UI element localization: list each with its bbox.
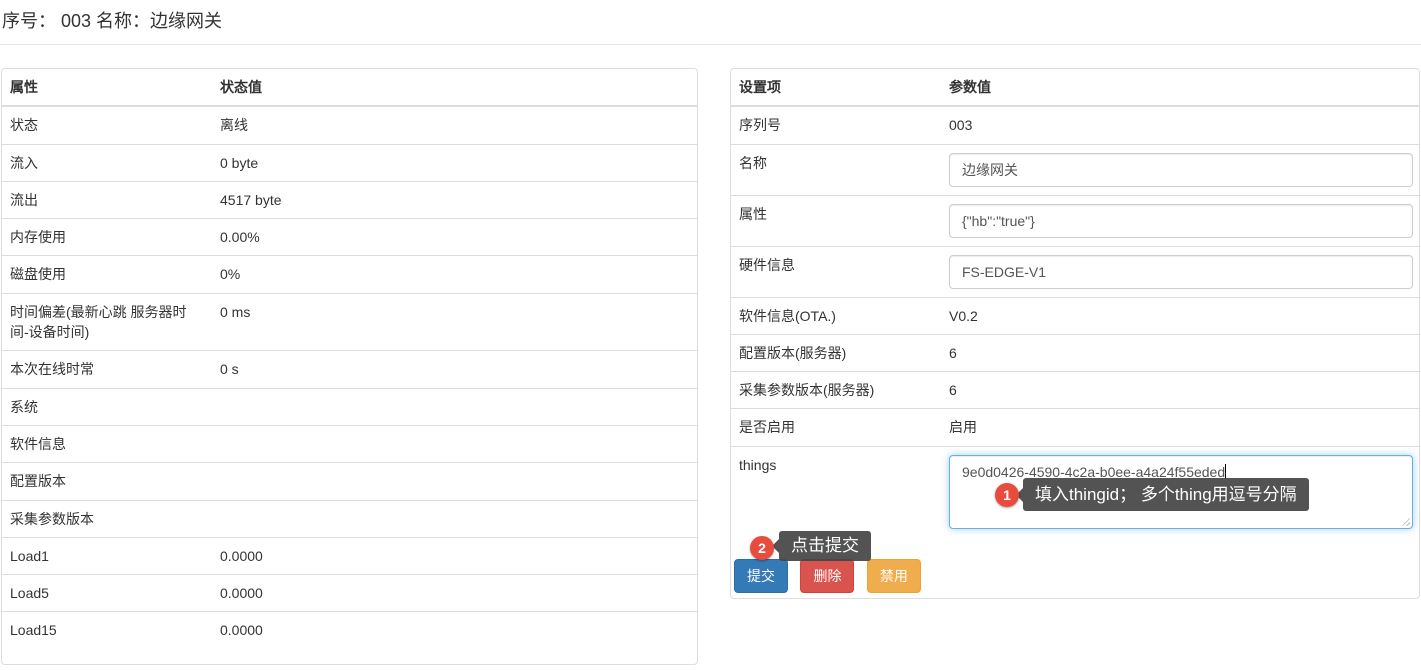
status-row-time-offset: 时间偏差(最新心跳 服务器时间-设备时间)0 ms [2, 293, 697, 351]
status-value-online-duration: 0 s [212, 351, 697, 388]
step-2-tooltip: 点击提交 [779, 531, 871, 561]
hardware-info-input[interactable] [949, 255, 1413, 289]
status-value-load15: 0.0000 [212, 612, 697, 649]
step-2-tooltip-text: 点击提交 [791, 536, 859, 555]
settings-label-collect-version-server: 采集参数版本(服务器) [731, 372, 941, 409]
status-label-disk-usage: 磁盘使用 [2, 256, 212, 293]
status-value-time-offset: 0 ms [212, 293, 697, 351]
action-buttons: 提交 删除 禁用 [734, 559, 929, 593]
settings-label-hardware-info: 硬件信息 [731, 246, 941, 297]
status-row-system: 系统 [2, 388, 697, 425]
status-value-load1: 0.0000 [212, 537, 697, 574]
status-label-online-duration: 本次在线时常 [2, 351, 212, 388]
settings-row-software-info-ota: 软件信息(OTA.)V0.2 [731, 297, 1419, 334]
step-2-badge: 2 [750, 536, 774, 560]
status-label-system: 系统 [2, 388, 212, 425]
status-label-load1: Load1 [2, 537, 212, 574]
status-table-header-row: 属性 状态值 [2, 69, 697, 106]
resize-handle-icon[interactable] [1400, 516, 1410, 526]
text-cursor [1225, 464, 1226, 479]
status-row-status: 状态离线 [2, 106, 697, 144]
step-1-badge: 1 [995, 483, 1019, 507]
status-label-load15: Load15 [2, 612, 212, 649]
status-label-status: 状态 [2, 106, 212, 144]
attributes-input[interactable] [949, 204, 1413, 238]
status-row-software-info: 软件信息 [2, 425, 697, 462]
settings-cell-software-info-ota: V0.2 [941, 297, 1419, 334]
status-table: 属性 状态值 状态离线流入0 byte流出4517 byte内存使用0.00%磁… [2, 69, 697, 649]
settings-cell-serial-number: 003 [941, 106, 1419, 144]
status-row-config-version: 配置版本 [2, 463, 697, 500]
status-label-config-version: 配置版本 [2, 463, 212, 500]
settings-label-enabled: 是否启用 [731, 409, 941, 446]
settings-row-name: 名称 [731, 144, 1419, 195]
status-row-load5: Load50.0000 [2, 575, 697, 612]
settings-header-item: 设置项 [731, 69, 941, 106]
settings-row-enabled: 是否启用启用 [731, 409, 1419, 446]
delete-button[interactable]: 删除 [800, 559, 854, 593]
status-row-memory-usage: 内存使用0.00% [2, 219, 697, 256]
status-row-load1: Load10.0000 [2, 537, 697, 574]
status-panel: 属性 状态值 状态离线流入0 byte流出4517 byte内存使用0.00%磁… [1, 68, 698, 665]
status-row-traffic-in: 流入0 byte [2, 144, 697, 181]
settings-label-serial-number: 序列号 [731, 106, 941, 144]
status-row-disk-usage: 磁盘使用0% [2, 256, 697, 293]
status-table-body: 状态离线流入0 byte流出4517 byte内存使用0.00%磁盘使用0%时间… [2, 106, 697, 648]
settings-cell-config-version-server: 6 [941, 334, 1419, 371]
step-1-tooltip-text: 填入thingid； 多个thing用逗号分隔 [1035, 485, 1297, 504]
settings-label-attributes: 属性 [731, 195, 941, 246]
status-value-traffic-in: 0 byte [212, 144, 697, 181]
status-row-online-duration: 本次在线时常0 s [2, 351, 697, 388]
settings-label-things: things [731, 446, 941, 537]
status-value-memory-usage: 0.00% [212, 219, 697, 256]
status-label-traffic-in: 流入 [2, 144, 212, 181]
settings-cell-attributes [941, 195, 1419, 246]
settings-row-config-version-server: 配置版本(服务器)6 [731, 334, 1419, 371]
settings-header-param: 参数值 [941, 69, 1419, 106]
status-label-collect-version: 采集参数版本 [2, 500, 212, 537]
status-row-load15: Load150.0000 [2, 612, 697, 649]
settings-panel: 设置项 参数值 序列号003名称属性硬件信息软件信息(OTA.)V0.2配置版本… [730, 68, 1420, 599]
status-value-collect-version [212, 500, 697, 537]
step-1-tooltip: 填入thingid； 多个thing用逗号分隔 [1023, 478, 1309, 511]
status-label-load5: Load5 [2, 575, 212, 612]
settings-row-attributes: 属性 [731, 195, 1419, 246]
status-label-software-info: 软件信息 [2, 425, 212, 462]
status-header-attribute: 属性 [2, 69, 212, 106]
settings-table-body: 序列号003名称属性硬件信息软件信息(OTA.)V0.2配置版本(服务器)6采集… [731, 106, 1419, 536]
settings-cell-collect-version-server: 6 [941, 372, 1419, 409]
title-divider [0, 44, 1421, 45]
settings-table: 设置项 参数值 序列号003名称属性硬件信息软件信息(OTA.)V0.2配置版本… [731, 69, 1419, 537]
submit-button[interactable]: 提交 [734, 559, 788, 593]
status-label-time-offset: 时间偏差(最新心跳 服务器时间-设备时间) [2, 293, 212, 351]
status-label-memory-usage: 内存使用 [2, 219, 212, 256]
settings-cell-name [941, 144, 1419, 195]
status-value-status: 离线 [212, 106, 697, 144]
status-value-config-version [212, 463, 697, 500]
status-value-load5: 0.0000 [212, 575, 697, 612]
status-value-system [212, 388, 697, 425]
disable-button[interactable]: 禁用 [867, 559, 921, 593]
settings-row-collect-version-server: 采集参数版本(服务器)6 [731, 372, 1419, 409]
name-input[interactable] [949, 153, 1413, 187]
settings-cell-hardware-info [941, 246, 1419, 297]
settings-row-serial-number: 序列号003 [731, 106, 1419, 144]
status-value-disk-usage: 0% [212, 256, 697, 293]
settings-label-name: 名称 [731, 144, 941, 195]
settings-label-software-info-ota: 软件信息(OTA.) [731, 297, 941, 334]
status-row-traffic-out: 流出4517 byte [2, 181, 697, 218]
status-header-value: 状态值 [212, 69, 697, 106]
status-value-software-info [212, 425, 697, 462]
settings-row-hardware-info: 硬件信息 [731, 246, 1419, 297]
status-value-traffic-out: 4517 byte [212, 181, 697, 218]
page-title: 序号： 003 名称：边缘网关 [2, 7, 222, 33]
device-detail-page: 序号： 003 名称：边缘网关 属性 状态值 状态离线流入0 byte流出451… [0, 0, 1421, 671]
status-label-traffic-out: 流出 [2, 181, 212, 218]
status-row-collect-version: 采集参数版本 [2, 500, 697, 537]
settings-table-header-row: 设置项 参数值 [731, 69, 1419, 106]
settings-label-config-version-server: 配置版本(服务器) [731, 334, 941, 371]
settings-cell-enabled: 启用 [941, 409, 1419, 446]
